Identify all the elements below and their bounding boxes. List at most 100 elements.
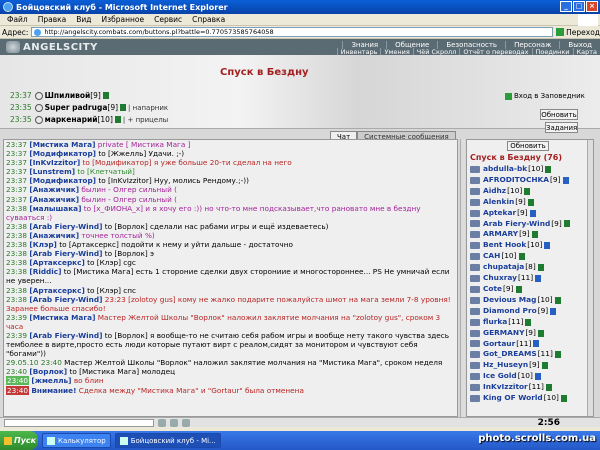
side-player-row[interactable]: CAH [10]: [467, 251, 593, 262]
message-author[interactable]: [Ворлок]: [29, 367, 67, 376]
message-author[interactable]: [Клэр]: [29, 240, 57, 249]
player-info-icon[interactable]: [470, 373, 480, 381]
player-info-icon[interactable]: [470, 275, 480, 283]
chat-scrollbar[interactable]: [460, 139, 465, 417]
smiles-icon[interactable]: [170, 418, 178, 427]
player-info-icon[interactable]: [470, 165, 480, 173]
message-author[interactable]: [Артаксеркс]: [29, 258, 84, 267]
side-player-row[interactable]: AFRODITOCHKA [9]: [467, 175, 593, 186]
side-player-row[interactable]: Ice Gold [10]: [467, 371, 593, 382]
side-player-name[interactable]: Aidhz: [483, 186, 506, 197]
message-author[interactable]: [Анажичик]: [29, 185, 79, 194]
player-info-icon[interactable]: [470, 384, 480, 392]
go-button[interactable]: Переход: [556, 28, 600, 37]
message-author[interactable]: [Arab Fiery-Wind]: [29, 249, 102, 258]
menu-view[interactable]: Вид: [76, 15, 91, 24]
side-player-row[interactable]: Hz_Huseyn [9]: [467, 360, 593, 371]
side-player-name[interactable]: King OF World: [483, 393, 543, 404]
tasks-button[interactable]: Задания: [545, 122, 578, 133]
message-author[interactable]: [Мистика Мага]: [29, 313, 95, 322]
player-info-icon[interactable]: [470, 362, 480, 370]
side-player-name[interactable]: InKvIzzitor: [483, 382, 528, 393]
side-player-row[interactable]: King OF World [10]: [467, 393, 593, 404]
side-player-row[interactable]: Aidhz [10]: [467, 186, 593, 197]
side-player-name[interactable]: Ice Gold: [483, 371, 517, 382]
chat-input[interactable]: [4, 418, 154, 427]
side-player-name[interactable]: CAH: [483, 251, 500, 262]
clear-icon[interactable]: [182, 418, 190, 427]
side-player-row[interactable]: InKvIzzitor [11]: [467, 382, 593, 393]
message-author[interactable]: [Мистика Мага]: [29, 140, 95, 149]
side-player-row[interactable]: flurka [11]: [467, 317, 593, 328]
message-author[interactable]: [Arab Fiery-Wind]: [29, 295, 102, 304]
message-author[interactable]: [Модификатор]: [29, 176, 96, 185]
address-input[interactable]: http://angelscity.combats.com/buttons.pl…: [31, 27, 554, 37]
message-author[interactable]: [Riddic]: [29, 267, 61, 276]
player-info-icon[interactable]: [470, 307, 480, 315]
side-refresh-button[interactable]: Обновить: [507, 141, 549, 151]
side-player-name[interactable]: Hz_Huseyn: [483, 360, 528, 371]
side-player-row[interactable]: Aptekar [9]: [467, 208, 593, 219]
message-author[interactable]: [малышака]: [29, 204, 81, 213]
side-player-name[interactable]: Bent Hook: [483, 240, 526, 251]
side-player-row[interactable]: Bent Hook [10]: [467, 240, 593, 251]
maximize-button[interactable]: □: [573, 1, 585, 12]
player-info-icon[interactable]: [470, 329, 480, 337]
menu-tools[interactable]: Сервис: [154, 15, 182, 24]
minimize-button[interactable]: _: [560, 1, 572, 12]
side-player-row[interactable]: Chuxray [11]: [467, 273, 593, 284]
side-player-name[interactable]: GERMANY: [483, 328, 524, 339]
player-info-icon[interactable]: [470, 264, 480, 272]
player-info-icon[interactable]: [470, 187, 480, 195]
taskbar-item-calculator[interactable]: Калькулятор: [42, 433, 111, 448]
side-player-row[interactable]: Gortaur [11]: [467, 339, 593, 350]
side-player-row[interactable]: Alenkin [9]: [467, 197, 593, 208]
refresh-button[interactable]: Обновить: [540, 109, 578, 120]
side-player-name[interactable]: Alenkin: [483, 197, 514, 208]
player-info-icon[interactable]: [470, 394, 480, 402]
menu-edit[interactable]: Правка: [38, 15, 67, 24]
side-player-row[interactable]: ARMARY [9]: [467, 229, 593, 240]
message-author[interactable]: Внимание!: [31, 386, 76, 395]
player-info-icon[interactable]: [470, 242, 480, 250]
player-info-icon[interactable]: [470, 285, 480, 293]
side-player-name[interactable]: AFRODITOCHKA: [483, 175, 549, 186]
side-player-name[interactable]: Chuxray: [483, 273, 517, 284]
start-button[interactable]: Пуск: [0, 431, 38, 450]
side-player-row[interactable]: Arab Fiery-Wind [9]: [467, 219, 593, 230]
player-info-icon[interactable]: [470, 198, 480, 206]
side-player-row[interactable]: Got_DREAMS [11]: [467, 349, 593, 360]
close-button[interactable]: ×: [586, 1, 598, 12]
side-player-name[interactable]: ARMARY: [483, 229, 518, 240]
enter-reserve-link[interactable]: Вход в Заповедник: [505, 92, 585, 100]
player-name[interactable]: Super padruga: [45, 103, 108, 112]
side-player-name[interactable]: Devious Mag: [483, 295, 536, 306]
side-player-name[interactable]: chupataja: [483, 262, 524, 273]
player-info-icon[interactable]: [470, 231, 480, 239]
message-author[interactable]: [Arab Fiery-Wind]: [29, 331, 102, 340]
side-player-row[interactable]: chupataja [8]: [467, 262, 593, 273]
side-player-name[interactable]: Aptekar: [483, 208, 516, 219]
taskbar-item-browser[interactable]: Бойцовский клуб - Mi...: [114, 433, 221, 448]
site-logo[interactable]: ANGELSCITY: [6, 40, 98, 54]
player-info-icon[interactable]: [470, 253, 480, 261]
message-author[interactable]: [Артаксеркс]: [29, 286, 84, 295]
player-info-icon[interactable]: [470, 351, 480, 359]
message-author[interactable]: [Анажичик]: [29, 195, 79, 204]
side-player-name[interactable]: Gortaur: [483, 339, 515, 350]
player-info-icon[interactable]: [470, 176, 480, 184]
player-name[interactable]: Шпиливой: [45, 91, 91, 100]
message-author[interactable]: [Анажичик]: [29, 231, 79, 240]
player-info-icon[interactable]: [470, 209, 480, 217]
message-author[interactable]: [Arab Fiery-Wind]: [29, 222, 102, 231]
side-player-row[interactable]: GERMANY [9]: [467, 328, 593, 339]
menu-favorites[interactable]: Избранное: [102, 15, 145, 24]
side-player-name[interactable]: abdulla-bk: [483, 164, 527, 175]
side-player-row[interactable]: abdulla-bk [10]: [467, 164, 593, 175]
side-player-name[interactable]: Cote: [483, 284, 502, 295]
side-player-name[interactable]: Arab Fiery-Wind: [483, 219, 550, 230]
player-info-icon[interactable]: [470, 296, 480, 304]
side-player-name[interactable]: Diamond Pro: [483, 306, 537, 317]
player-name[interactable]: маркенарий: [45, 115, 98, 124]
player-info-icon[interactable]: [470, 220, 480, 228]
